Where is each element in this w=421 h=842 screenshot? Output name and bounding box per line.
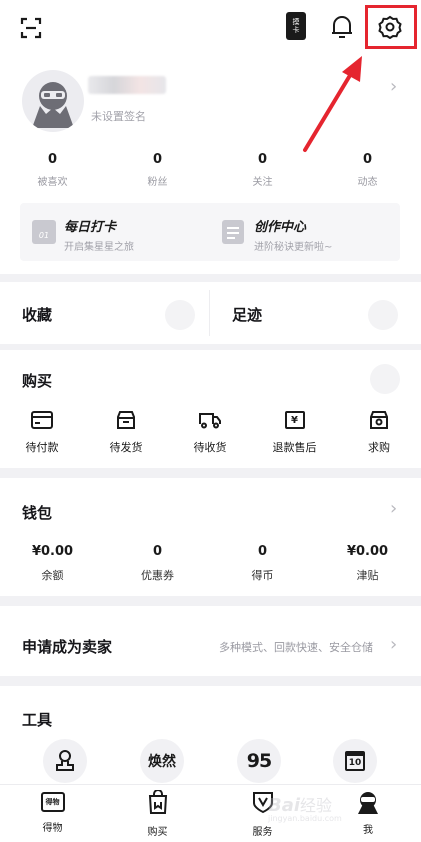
wallet-items: ¥0.00 余额 0 优惠券 0 得币 ¥0.00 津贴 [0,544,421,583]
stat-label: 关注 [252,177,273,188]
calendar-icon: 01 [32,220,56,244]
stat-following[interactable]: 0 关注 [210,152,315,188]
purchase-items: 待付款 待发货 待收货 ¥ 退款售后 求购 [0,406,421,455]
card-title: 创作中心 [254,220,307,235]
watermark-brand: Bai [268,795,301,816]
profile-chevron-icon[interactable]: › [390,76,397,97]
stat-label: 粉丝 [147,177,168,188]
stamp-icon[interactable] [43,739,87,783]
95-icon-text: 95 [246,750,272,772]
refund-glyph: ¥ [291,414,298,426]
box-icon [112,406,140,434]
stat-fans[interactable]: 0 粉丝 [105,152,210,188]
footprint-label: 足迹 [232,306,263,324]
tools-title: 工具 [22,711,53,729]
wallet-chevron-icon[interactable]: › [390,498,397,519]
watermark-url: jingyan.baidu.com [268,814,342,823]
truck-icon [196,406,224,434]
purchase-item-label: 待收货 [193,441,227,454]
collect-label: 收藏 [22,306,53,324]
seller-desc: 多种模式、回款快速、安全仓储 [219,641,373,654]
collect-thumbnail [165,300,195,330]
95-icon[interactable]: 95 [237,739,281,783]
card-title: 每日打卡 [64,220,117,235]
calendar-icon-text: 01 [38,230,50,240]
calendar-tool-icon[interactable]: 10 [333,739,377,783]
refund-item[interactable]: ¥ 退款售后 [252,406,337,455]
bell-icon[interactable] [330,14,354,40]
wallet-value: ¥0.00 [346,544,389,559]
wallet-label: 得币 [251,569,274,582]
baidu-watermark: Bai经验 jingyan.baidu.com [268,792,342,823]
avatar[interactable] [22,70,84,132]
wallet-allowance[interactable]: ¥0.00 津贴 [315,544,420,583]
tab-label: 服务 [252,827,273,838]
tab-buy[interactable]: 购买 [105,788,210,838]
card-badge-label: 摸卡 [292,18,300,34]
purchase-item-label: 待付款 [25,441,59,454]
tab-label: 购买 [147,827,168,838]
calendar-tool-text: 10 [348,757,362,768]
stat-posts[interactable]: 0 动态 [315,152,420,188]
stat-value: 0 [152,152,163,167]
stat-label: 被喜欢 [37,177,68,188]
stat-likes[interactable]: 0 被喜欢 [0,152,105,188]
refund-icon: ¥ [281,406,309,434]
profile-stats: 0 被喜欢 0 粉丝 0 关注 0 动态 [0,152,421,188]
card-subtitle: 进阶秘诀更新啦~ [254,242,333,253]
pending-shipment-item[interactable]: 待发货 [84,406,168,455]
scan-icon[interactable] [20,17,42,39]
stat-value: 0 [362,152,373,167]
document-icon [222,220,244,244]
card-daily-checkin[interactable]: 01 每日打卡 开启集星星之旅 [20,203,208,261]
dewu-icon: 得物 [40,792,65,812]
wallet-balance[interactable]: ¥0.00 余额 [0,544,105,583]
tab-dewu[interactable]: 得物 得物 [0,788,105,838]
pending-receipt-item[interactable]: 待收货 [168,406,252,455]
card-badge[interactable]: 摸卡 [286,12,306,40]
collect-entry[interactable]: 收藏 [0,282,209,344]
purchase-item-label: 求购 [368,441,390,454]
card-icon [28,406,56,434]
dewu-glyph: 得物 [45,798,60,806]
wanted-item[interactable]: 求购 [337,406,421,455]
profile-signature: 未设置签名 [91,110,146,123]
pending-payment-item[interactable]: 待付款 [0,406,84,455]
wallet-value: 0 [152,544,163,559]
wallet-label: 优惠券 [141,569,174,582]
bag-icon [365,406,393,434]
shopping-bag-icon [147,789,169,818]
wallet-label: 津贴 [356,569,379,582]
footprint-entry[interactable]: 足迹 [210,282,421,344]
huanran-icon[interactable]: 焕然 [140,739,184,783]
purchase-item-label: 退款售后 [272,441,317,454]
tab-label: 得物 [42,823,63,834]
stat-value: 0 [47,152,58,167]
footprint-thumbnail [368,300,398,330]
card-subtitle: 开启集星星之旅 [64,242,134,253]
huanran-icon-text: 焕然 [148,754,176,770]
me-avatar-icon [355,790,381,818]
purchase-title: 购买 [22,372,53,390]
blurred-username [88,76,166,94]
tab-label: 我 [363,825,373,836]
gear-icon[interactable] [378,15,402,40]
wallet-label: 余额 [41,569,64,582]
wallet-value: ¥0.00 [31,544,74,559]
seller-chevron-icon[interactable]: › [390,634,397,655]
card-creator-center[interactable]: 创作中心 进阶秘诀更新啦~ [210,203,400,261]
wallet-title: 钱包 [22,504,53,522]
seller-title: 申请成为卖家 [22,638,113,656]
wallet-value: 0 [257,544,268,559]
watermark-brand2: 经验 [300,796,333,815]
wallet-coins[interactable]: 0 得币 [210,544,315,583]
stat-label: 动态 [357,177,378,188]
wallet-coupons[interactable]: 0 优惠券 [105,544,210,583]
purchase-item-label: 待发货 [109,441,143,454]
purchase-decor [370,364,400,394]
stat-value: 0 [257,152,268,167]
